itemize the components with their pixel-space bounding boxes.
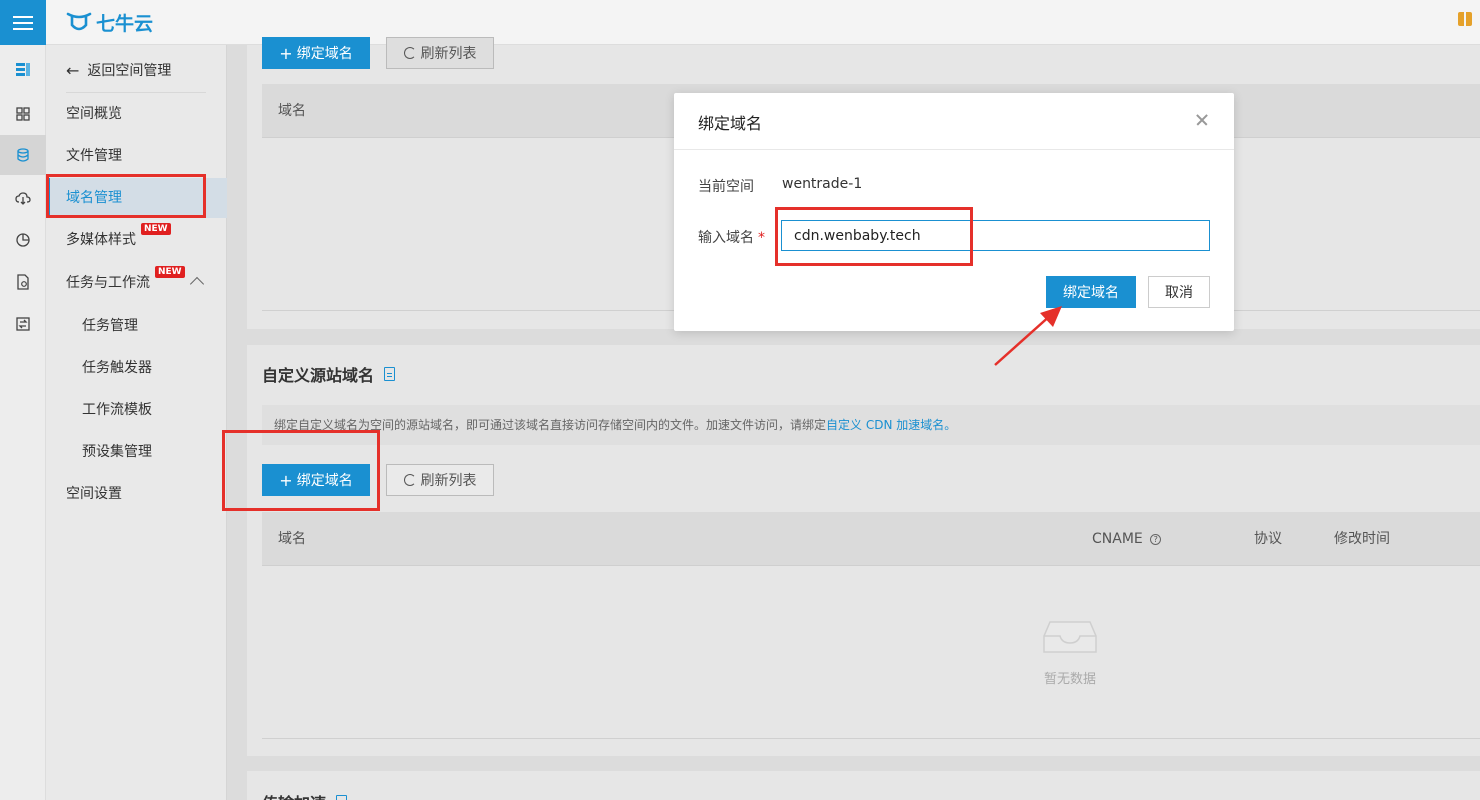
rail-item-apps[interactable] bbox=[0, 49, 46, 89]
new-badge: NEW bbox=[155, 266, 185, 278]
nav-item-overview[interactable]: 空间概览 bbox=[66, 103, 122, 125]
arrow-left-icon: ← bbox=[66, 60, 80, 80]
menu-icon bbox=[13, 15, 33, 30]
back-to-space-management[interactable]: ← 返回空间管理 bbox=[66, 59, 171, 81]
dashboard-icon bbox=[16, 107, 30, 121]
icon-rail bbox=[0, 45, 46, 800]
qiniu-logo-icon bbox=[66, 12, 92, 31]
file-search-icon bbox=[17, 274, 29, 290]
doc-icon[interactable] bbox=[336, 795, 348, 800]
button-label: 刷新列表 bbox=[420, 473, 477, 489]
transfer-acceleration-card: 传输加速 bbox=[247, 771, 1480, 800]
origin-table-header: 域名 CNAME ? 协议 修改时间 bbox=[262, 512, 1480, 566]
nav-item-preset-management[interactable]: 预设集管理 bbox=[82, 441, 152, 463]
rail-item-cdn[interactable] bbox=[0, 178, 46, 218]
annotation-arrow-icon bbox=[994, 306, 1062, 366]
section-title-text: 传输加速 bbox=[262, 790, 326, 800]
section-title: 自定义源站域名 bbox=[262, 362, 396, 386]
doc-icon[interactable] bbox=[384, 367, 396, 381]
annotation-box-nav-domains bbox=[46, 174, 206, 218]
gift-icon[interactable] bbox=[1458, 12, 1472, 26]
empty-inbox-icon bbox=[1043, 621, 1097, 653]
dialog-title: 绑定域名 bbox=[698, 114, 763, 133]
section-title-text: 自定义源站域名 bbox=[262, 366, 375, 385]
nav-item-space-settings[interactable]: 空间设置 bbox=[66, 483, 122, 505]
nav-item-tasks-workflows[interactable]: 任务与工作流 NEW bbox=[66, 266, 185, 294]
dialog-header: 绑定域名 bbox=[674, 93, 1234, 150]
space-nav: ← 返回空间管理 空间概览 文件管理 域名管理 多媒体样式 NEW 任务与工作流… bbox=[46, 45, 227, 800]
refresh-icon bbox=[403, 47, 416, 59]
cloud-icon bbox=[15, 192, 31, 205]
column-cname: CNAME ? bbox=[1092, 512, 1162, 566]
current-space-label: 当前空间 bbox=[698, 179, 754, 195]
pie-chart-icon bbox=[16, 233, 30, 247]
rail-item-transcode[interactable] bbox=[0, 304, 46, 344]
nav-item-media-styles[interactable]: 多媒体样式 NEW bbox=[66, 223, 171, 251]
cancel-button[interactable]: 取消 bbox=[1148, 276, 1210, 308]
column-protocol: 协议 bbox=[1254, 531, 1282, 547]
origin-tip: 绑定自定义域名为空间的源站域名，即可通过该域名直接访问存储空间内的文件。加速文件… bbox=[262, 405, 1480, 445]
back-label: 返回空间管理 bbox=[87, 63, 172, 79]
button-label: 绑定域名 bbox=[296, 46, 353, 62]
top-bar: 七牛云 bbox=[0, 0, 1480, 45]
storage-icon bbox=[17, 148, 29, 162]
new-badge: NEW bbox=[141, 223, 171, 235]
required-marker: * bbox=[758, 230, 765, 246]
table-bottom-line bbox=[262, 738, 1480, 739]
rail-item-dashboard[interactable] bbox=[0, 94, 46, 134]
domain-field-label: 输入域名 * bbox=[698, 227, 765, 247]
logo-text: 七牛云 bbox=[96, 12, 154, 35]
app-grid-icon bbox=[16, 63, 30, 76]
nav-item-task-triggers[interactable]: 任务触发器 bbox=[82, 357, 152, 379]
help-icon[interactable]: ? bbox=[1150, 533, 1162, 545]
button-label: 刷新列表 bbox=[420, 46, 477, 62]
nav-item-files[interactable]: 文件管理 bbox=[66, 145, 122, 167]
column-cname-label: CNAME bbox=[1092, 531, 1143, 547]
empty-state-text: 暂无数据 bbox=[1043, 672, 1096, 687]
logo[interactable]: 七牛云 bbox=[66, 7, 153, 37]
current-space-value: wentrade-1 bbox=[782, 176, 863, 192]
cdn-domain-link[interactable]: 自定义 CDN 加速域名。 bbox=[826, 418, 956, 432]
section-title: 传输加速 bbox=[262, 790, 348, 800]
refresh-icon bbox=[403, 474, 416, 486]
annotation-box-bind-button bbox=[222, 430, 380, 511]
origin-domain-card: 自定义源站域名 绑定自定义域名为空间的源站域名，即可通过该域名直接访问存储空间内… bbox=[247, 345, 1480, 756]
annotation-box-domain-input bbox=[775, 207, 973, 266]
refresh-origin-list-button[interactable]: 刷新列表 bbox=[386, 464, 494, 496]
plus-icon: + bbox=[279, 43, 293, 63]
column-modified-time: 修改时间 bbox=[1334, 531, 1390, 547]
rail-item-media[interactable] bbox=[0, 262, 46, 302]
bind-cdn-domain-button[interactable]: + 绑定域名 bbox=[262, 37, 370, 69]
column-domain: 域名 bbox=[278, 531, 306, 547]
chevron-up-icon[interactable] bbox=[189, 276, 205, 292]
rail-item-storage[interactable] bbox=[0, 135, 46, 175]
column-domain: 域名 bbox=[278, 103, 306, 119]
rail-item-stats[interactable] bbox=[0, 220, 46, 260]
domain-label-text: 输入域名 bbox=[698, 230, 754, 246]
refresh-cdn-list-button[interactable]: 刷新列表 bbox=[386, 37, 494, 69]
nav-item-task-management[interactable]: 任务管理 bbox=[82, 315, 138, 337]
menu-button[interactable] bbox=[0, 0, 46, 45]
transcode-icon bbox=[16, 317, 30, 331]
close-icon[interactable] bbox=[1193, 111, 1211, 129]
nav-item-label: 多媒体样式 bbox=[66, 232, 136, 248]
nav-item-workflow-templates[interactable]: 工作流模板 bbox=[82, 399, 152, 421]
nav-item-label: 任务与工作流 bbox=[66, 275, 150, 291]
nav-divider bbox=[66, 92, 206, 93]
